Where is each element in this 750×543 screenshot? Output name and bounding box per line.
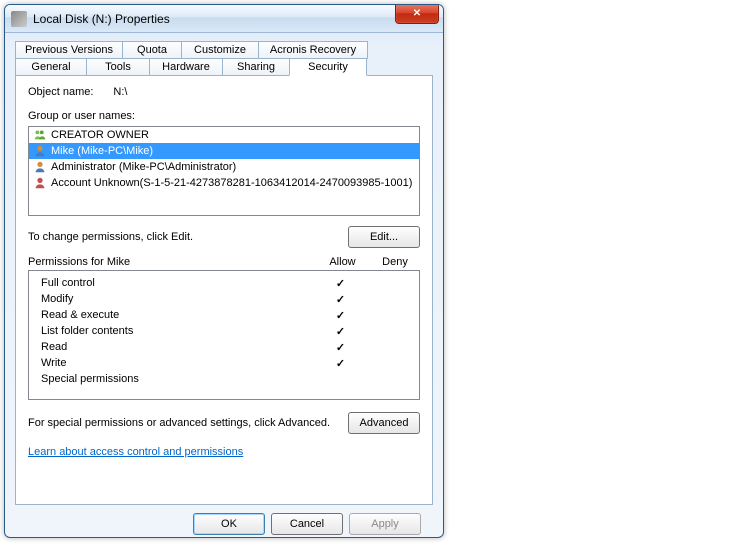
group-list-item[interactable]: Administrator (Mike-PC\Administrator) — [29, 159, 419, 175]
group-item-label: CREATOR OWNER — [51, 127, 149, 143]
tabs-row-upper: Previous VersionsQuotaCustomizeAcronis R… — [15, 41, 433, 59]
user-icon — [33, 160, 47, 174]
permission-name: Read & execute — [35, 309, 313, 321]
user-icon — [33, 144, 47, 158]
permissions-for-label: Permissions for Mike — [28, 256, 315, 268]
group-list-item[interactable]: CREATOR OWNER — [29, 127, 419, 143]
group-item-label: Mike (Mike-PC\Mike) — [51, 143, 153, 159]
permission-row: List folder contents✓ — [35, 323, 413, 339]
window-title: Local Disk (N:) Properties — [33, 12, 170, 26]
group-list-item[interactable]: ? Account Unknown(S-1-5-21-4273878281-106… — [29, 175, 419, 191]
permission-name: Modify — [35, 293, 313, 305]
permission-allow: ✓ — [313, 341, 368, 354]
permission-allow: ✓ — [313, 325, 368, 338]
tab-sharing[interactable]: Sharing — [222, 58, 290, 76]
groups-label: Group or user names: — [28, 110, 420, 122]
object-name-label: Object name: — [28, 86, 93, 98]
drive-icon — [11, 11, 27, 27]
permission-row: Full control✓ — [35, 275, 413, 291]
advanced-button[interactable]: Advanced — [348, 412, 420, 434]
edit-button[interactable]: Edit... — [348, 226, 420, 248]
object-name-row: Object name: N:\ — [28, 86, 420, 98]
unknown-icon: ? — [33, 176, 47, 190]
permission-allow: ✓ — [313, 309, 368, 322]
group-list-item[interactable]: Mike (Mike-PC\Mike) — [29, 143, 419, 159]
permission-name: Write — [35, 357, 313, 369]
permission-allow: ✓ — [313, 293, 368, 306]
permission-allow: ✓ — [313, 277, 368, 290]
tab-quota[interactable]: Quota — [122, 41, 182, 59]
dialog-button-row: OK Cancel Apply — [15, 505, 433, 535]
permission-name: Full control — [35, 277, 313, 289]
edit-hint: To change permissions, click Edit. — [28, 231, 193, 243]
tab-tools[interactable]: Tools — [86, 58, 150, 76]
tab-customize[interactable]: Customize — [181, 41, 259, 59]
permission-row: Read✓ — [35, 339, 413, 355]
ok-button[interactable]: OK — [193, 513, 265, 535]
tab-acronis-recovery[interactable]: Acronis Recovery — [258, 41, 368, 59]
close-icon: ✕ — [413, 8, 421, 19]
svg-text:?: ? — [43, 177, 47, 184]
titlebar[interactable]: Local Disk (N:) Properties ✕ — [5, 5, 443, 33]
permissions-listbox: Full control✓Modify✓Read & execute✓List … — [28, 270, 420, 400]
advanced-hint: For special permissions or advanced sett… — [28, 417, 330, 429]
properties-dialog: Local Disk (N:) Properties ✕ Previous Ve… — [4, 4, 444, 538]
close-button[interactable]: ✕ — [395, 4, 439, 24]
tab-panel-security: Object name: N:\ Group or user names: CR… — [15, 75, 433, 505]
groups-listbox[interactable]: CREATOR OWNERMike (Mike-PC\Mike)Administ… — [28, 126, 420, 216]
group-item-label: Administrator (Mike-PC\Administrator) — [51, 159, 236, 175]
col-allow-label: Allow — [315, 256, 370, 268]
dialog-body: Previous VersionsQuotaCustomizeAcronis R… — [5, 33, 443, 538]
tabs-row-lower: GeneralToolsHardwareSharingSecurity — [15, 58, 433, 76]
help-link[interactable]: Learn about access control and permissio… — [28, 446, 243, 458]
tab-hardware[interactable]: Hardware — [149, 58, 223, 76]
permission-row: Special permissions — [35, 371, 413, 387]
permission-name: List folder contents — [35, 325, 313, 337]
permission-allow: ✓ — [313, 357, 368, 370]
tab-general[interactable]: General — [15, 58, 87, 76]
group-item-label: Account Unknown(S-1-5-21-4273878281-1063… — [51, 175, 412, 191]
permission-name: Read — [35, 341, 313, 353]
group-icon — [33, 128, 47, 142]
permission-name: Special permissions — [35, 373, 313, 385]
permission-row: Modify✓ — [35, 291, 413, 307]
tab-security[interactable]: Security — [289, 58, 367, 76]
permission-row: Read & execute✓ — [35, 307, 413, 323]
cancel-button[interactable]: Cancel — [271, 513, 343, 535]
permission-row: Write✓ — [35, 355, 413, 371]
permissions-header: Permissions for Mike Allow Deny — [28, 256, 420, 268]
col-deny-label: Deny — [370, 256, 420, 268]
object-name-value: N:\ — [113, 86, 127, 98]
tab-previous-versions[interactable]: Previous Versions — [15, 41, 123, 59]
apply-button[interactable]: Apply — [349, 513, 421, 535]
